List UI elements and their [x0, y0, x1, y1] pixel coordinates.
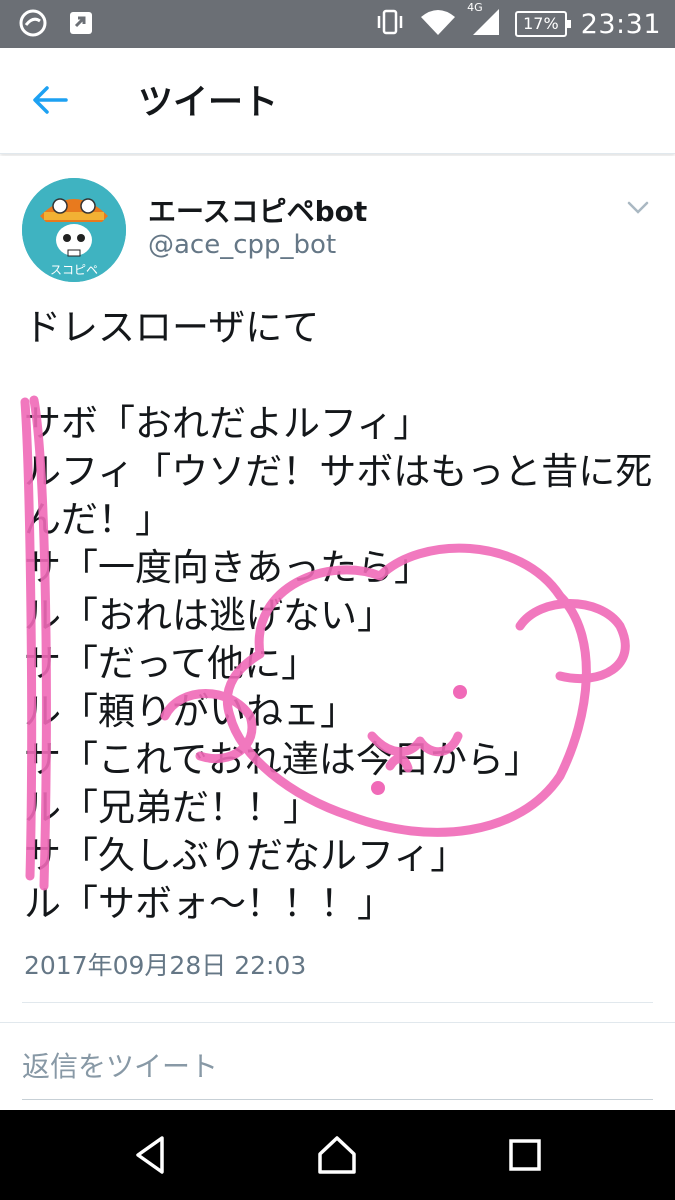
avatar-text: スコピペ — [50, 263, 98, 277]
tweet-detail: スコピペ エースコピペbot @ace_cpp_bot ドレスローザにて サボ「… — [0, 156, 675, 1110]
arrow-left-icon — [33, 86, 68, 114]
page-title: ツイート — [138, 83, 279, 123]
divider — [0, 1022, 675, 1023]
app-bar: ツイート — [0, 48, 675, 154]
signal-icon: 4G — [467, 1, 501, 41]
divider — [22, 1002, 653, 1003]
battery-icon: 17% — [515, 11, 571, 37]
network-type: 4G — [467, 1, 483, 14]
user-handle[interactable]: @ace_cpp_bot — [148, 230, 336, 260]
back-button[interactable] — [26, 78, 74, 122]
clock: 23:31 — [580, 8, 661, 40]
avatar[interactable]: スコピペ — [22, 178, 126, 282]
display-name[interactable]: エースコピペbot — [148, 190, 367, 230]
sim-transfer-icon — [66, 8, 96, 38]
tweet-timestamp: 2017年09月28日 22:03 — [24, 951, 307, 980]
recent-apps-nav-icon[interactable] — [502, 1132, 548, 1178]
wifi-icon — [419, 7, 457, 41]
status-bar: 4G 17% 23:31 — [0, 0, 675, 48]
vibrate-icon — [375, 7, 405, 41]
home-nav-icon[interactable] — [314, 1132, 360, 1178]
back-nav-icon[interactable] — [128, 1132, 174, 1178]
skull-hat-icon: スコピペ — [22, 178, 126, 282]
tweet-text: ドレスローザにて サボ「おれだよルフィ」 ルフィ「ウソだ！サボはもっと昔に死んだ… — [24, 306, 653, 925]
chevron-down-icon[interactable] — [625, 194, 651, 220]
system-nav-bar — [0, 1110, 675, 1200]
reply-input[interactable]: 返信をツイート — [22, 1044, 653, 1100]
app-notification-icon — [18, 8, 48, 38]
battery-level: 17% — [523, 14, 559, 33]
